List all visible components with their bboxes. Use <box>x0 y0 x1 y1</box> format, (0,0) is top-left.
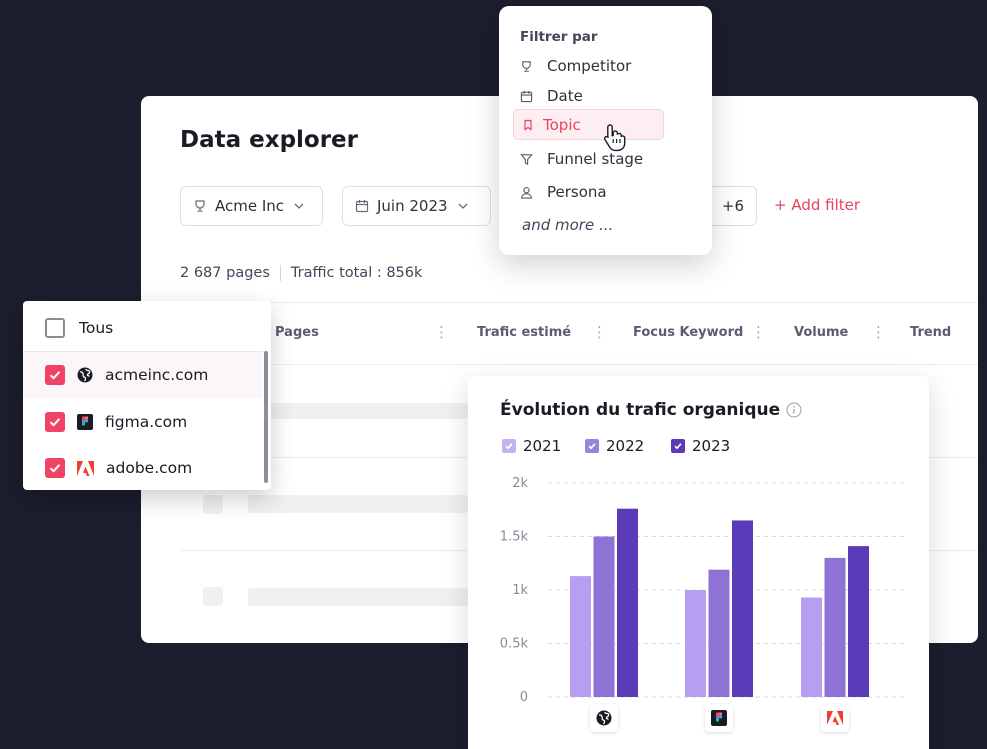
divider <box>279 265 281 281</box>
x-tick-acmeinc.com <box>590 704 618 732</box>
user-icon <box>521 186 532 199</box>
domain-item-acmeinc[interactable]: acmeinc.com <box>45 365 208 385</box>
pages-count: 2 687 pages <box>180 265 270 281</box>
legend-item-2022[interactable]: 2022 <box>585 437 644 455</box>
check-icon <box>674 443 682 450</box>
checkbox-checked[interactable] <box>45 412 65 432</box>
checkbox-checked[interactable] <box>45 365 65 385</box>
bar-2021-figma.com <box>685 590 706 697</box>
filter-menu-title: Filtrer par <box>520 29 598 45</box>
menu-item-label: Date <box>547 87 583 105</box>
column-header-traffic[interactable]: Trafic estimé <box>477 325 571 340</box>
legend-swatch <box>671 439 685 453</box>
chart-title: Évolution du trafic organique <box>500 400 802 420</box>
scrollbar[interactable] <box>264 351 268 483</box>
calendar-icon <box>355 200 369 213</box>
menu-item-persona[interactable]: Persona <box>520 180 607 204</box>
check-icon <box>49 464 61 473</box>
menu-item-topic[interactable]: Topic <box>522 113 581 137</box>
check-icon <box>588 443 596 450</box>
trophy-icon <box>195 200 205 212</box>
legend-item-2021[interactable]: 2021 <box>502 437 561 455</box>
stats-bar: 2 687 pages Traffic total : 856k <box>180 265 422 281</box>
legend-label: 2022 <box>606 437 645 455</box>
menu-item-label: Competitor <box>547 57 632 75</box>
funnel-icon <box>520 153 533 165</box>
menu-item-label: Persona <box>547 183 607 201</box>
bar-2021-adobe.com <box>801 597 822 697</box>
column-menu-icon[interactable]: ⋮ <box>592 323 607 341</box>
y-tick-label: 1k <box>512 583 528 598</box>
date-chip-label: Juin 2023 <box>377 197 448 215</box>
column-menu-icon[interactable]: ⋮ <box>434 323 449 341</box>
domain-item-adobe[interactable]: adobe.com <box>45 458 192 478</box>
column-header-pages[interactable]: Pages <box>275 325 319 340</box>
menu-item-label: Funnel stage <box>547 150 644 168</box>
menu-item-competitor[interactable]: Competitor <box>520 54 631 78</box>
legend-swatch <box>502 439 516 453</box>
date-filter-chip[interactable]: Juin 2023 <box>342 186 491 226</box>
bar-2021-acmeinc.com <box>570 576 591 697</box>
table-row-placeholder <box>248 588 468 606</box>
info-icon[interactable] <box>786 402 802 418</box>
bar-2022-adobe.com <box>824 557 846 697</box>
chevron-down-icon <box>294 203 304 209</box>
domain-label: adobe.com <box>106 459 193 477</box>
add-filter-button[interactable]: + Add filter <box>774 196 860 214</box>
more-filters-count: +6 <box>721 197 744 215</box>
checkbox-unchecked[interactable] <box>45 318 65 338</box>
bar-2022-acmeinc.com <box>593 536 615 697</box>
check-icon <box>505 443 513 450</box>
y-tick-label: 0 <box>520 690 528 705</box>
bar-2023-figma.com <box>732 520 753 697</box>
page-title: Data explorer <box>180 127 359 153</box>
legend-swatch <box>585 439 599 453</box>
y-tick-label: 0.5k <box>500 637 529 652</box>
table-row-placeholder <box>248 403 468 419</box>
bar-chart: 0 0.5k 1k 1.5k 2k <box>500 476 905 732</box>
table-row-placeholder <box>203 587 223 606</box>
traffic-total: Traffic total : 856k <box>290 265 423 281</box>
column-menu-icon[interactable]: ⋮ <box>871 323 886 341</box>
bar-2022-figma.com <box>708 569 730 697</box>
y-tick-label: 1.5k <box>500 530 529 545</box>
legend-label: 2021 <box>523 437 562 455</box>
column-header-trend[interactable]: Trend <box>910 325 951 340</box>
table-row-placeholder <box>203 495 223 514</box>
adobe-logo-icon <box>77 460 94 476</box>
bookmark-icon <box>524 119 532 131</box>
chevron-down-icon <box>458 203 468 209</box>
x-tick-figma.com <box>705 704 733 732</box>
trophy-icon <box>522 60 531 72</box>
bar-2023-adobe.com <box>848 546 869 697</box>
chart-title-text: Évolution du trafic organique <box>500 400 781 420</box>
column-menu-icon[interactable]: ⋮ <box>751 323 766 341</box>
column-header-focus-keyword[interactable]: Focus Keyword <box>633 325 743 340</box>
column-header-volume[interactable]: Volume <box>794 325 848 340</box>
check-icon <box>49 418 61 427</box>
x-tick-adobe.com <box>821 704 849 732</box>
table-row-placeholder <box>248 495 468 513</box>
bar-2023-acmeinc.com <box>617 508 638 697</box>
competitor-filter-chip[interactable]: Acme Inc <box>180 186 323 226</box>
domain-item-figma[interactable]: figma.com <box>45 412 187 432</box>
domain-select-all[interactable]: Tous <box>45 318 113 338</box>
calendar-icon <box>520 90 533 102</box>
menu-item-funnel-stage[interactable]: Funnel stage <box>520 147 643 171</box>
globe-icon <box>77 367 93 383</box>
menu-item-label: Topic <box>543 116 581 134</box>
checkbox-checked[interactable] <box>45 458 65 478</box>
y-tick-label: 2k <box>512 476 528 491</box>
menu-more-link[interactable]: and more ... <box>522 216 613 234</box>
legend-label: 2023 <box>692 437 731 455</box>
legend-item-2023[interactable]: 2023 <box>671 437 730 455</box>
domain-label: figma.com <box>105 413 188 431</box>
domain-label: acmeinc.com <box>105 366 209 384</box>
competitor-chip-label: Acme Inc <box>215 197 285 215</box>
check-icon <box>49 371 61 380</box>
menu-item-date[interactable]: Date <box>520 84 583 108</box>
domain-all-label: Tous <box>79 319 114 337</box>
figma-logo-icon <box>77 414 93 430</box>
